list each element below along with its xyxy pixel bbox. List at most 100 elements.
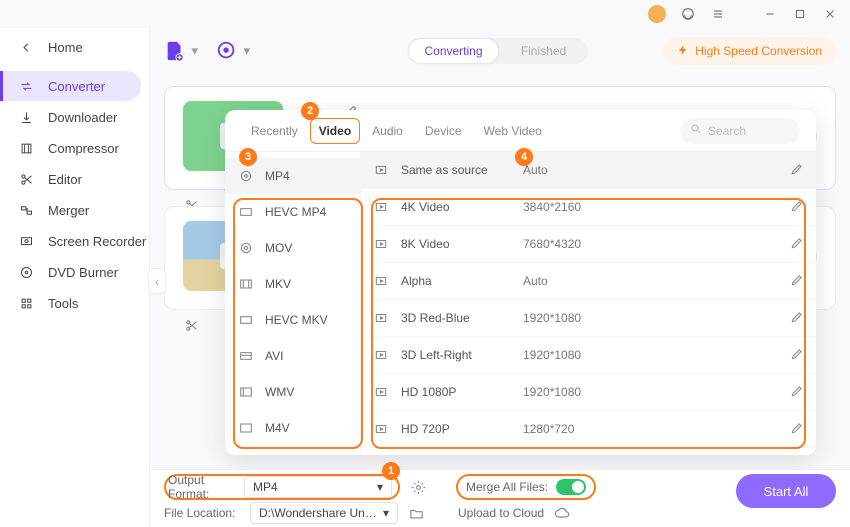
start-all-button[interactable]: Start All <box>736 474 836 508</box>
video-icon <box>373 384 389 400</box>
preset-row[interactable]: 8K Video 7680*4320 <box>361 226 816 263</box>
format-search[interactable]: Search <box>680 118 800 144</box>
file-location-select[interactable]: D:\Wondershare UniConverter 1 ▾ <box>250 502 398 524</box>
status-segment[interactable]: Converting Finished <box>408 38 588 64</box>
sidebar-item-tools[interactable]: Tools <box>0 288 149 318</box>
preset-name: Alpha <box>401 274 511 288</box>
preset-row[interactable]: 4K Video3840*2160 <box>361 189 816 226</box>
seg-finished[interactable]: Finished <box>499 38 588 64</box>
format-item-hevc-mkv[interactable]: HEVC MKV <box>225 302 360 338</box>
sidebar-item-compressor[interactable]: Compressor <box>0 133 149 163</box>
scissors-icon[interactable] <box>184 318 199 336</box>
titlebar <box>0 0 850 28</box>
high-speed-badge[interactable]: High Speed Conversion <box>663 37 836 65</box>
file-location-value: D:\Wondershare UniConverter 1 <box>259 506 379 520</box>
video-icon <box>373 199 389 215</box>
format-item-m4v[interactable]: M4V <box>225 410 360 446</box>
preset-row[interactable]: 3D Red-Blue 1920*1080 <box>361 300 816 337</box>
hevc-icon <box>237 311 255 329</box>
sidebar-back-label: Home <box>48 40 83 55</box>
format-list: MP4 HEVC MP4 MOV MKV HEVC MKV AVI WMV M4… <box>225 152 361 455</box>
preset-name: 8K Video <box>401 237 511 251</box>
preset-name: HD 720P <box>401 422 511 436</box>
sidebar-item-label: Screen Recorder <box>48 234 146 249</box>
preset-name: 3D Red-Blue <box>401 311 511 325</box>
add-file-button[interactable]: ▾ <box>164 39 188 63</box>
preset-resolution: 1920*1080 <box>523 385 613 399</box>
edit-icon[interactable] <box>790 347 804 364</box>
format-item-avi[interactable]: AVI <box>225 338 360 374</box>
preset-row[interactable]: Same as sourceAuto <box>361 152 816 189</box>
edit-icon[interactable] <box>790 421 804 438</box>
preset-row[interactable]: HD 720P1280*720 <box>361 411 816 448</box>
panel-collapse-handle[interactable]: ‹ <box>148 268 166 294</box>
download-icon <box>18 109 34 125</box>
preset-resolution: 7680*4320 <box>523 237 613 251</box>
format-label: MP4 <box>265 169 290 183</box>
edit-icon[interactable] <box>790 384 804 401</box>
gear-icon[interactable] <box>410 479 426 495</box>
target-icon <box>237 167 255 185</box>
tab-audio[interactable]: Audio <box>362 116 413 146</box>
merge-toggle[interactable] <box>556 479 586 495</box>
preset-name: 4K Video <box>401 200 511 214</box>
sidebar-item-screen-recorder[interactable]: Screen Recorder <box>0 226 149 256</box>
format-label: AVI <box>265 349 283 363</box>
sidebar-item-merger[interactable]: Merger <box>0 195 149 225</box>
user-avatar[interactable] <box>648 5 666 23</box>
preset-resolution: 1920*1080 <box>523 311 613 325</box>
add-dvd-button[interactable]: ▾ <box>216 39 240 63</box>
format-label: WMV <box>265 385 294 399</box>
edit-icon[interactable] <box>790 273 804 290</box>
tab-recently[interactable]: Recently <box>241 116 308 146</box>
edit-icon[interactable] <box>790 199 804 216</box>
preset-row[interactable]: Alpha Auto <box>361 263 816 300</box>
video-icon <box>373 236 389 252</box>
folder-icon[interactable] <box>408 505 424 521</box>
seg-converting[interactable]: Converting <box>408 38 499 64</box>
search-placeholder: Search <box>708 124 746 138</box>
preset-row[interactable]: HD 1080P1920*1080 <box>361 374 816 411</box>
annotation-badge: 2 <box>301 102 319 120</box>
support-icon[interactable] <box>680 6 696 22</box>
format-label: HEVC MKV <box>265 313 328 327</box>
file-location-label: File Location: <box>164 506 240 520</box>
start-all-label: Start All <box>764 484 809 499</box>
preset-name: 3D Left-Right <box>401 348 511 362</box>
sidebar-back[interactable]: Home <box>0 32 149 62</box>
edit-icon[interactable] <box>790 236 804 253</box>
preset-row[interactable]: 3D Left-Right 1920*1080 <box>361 337 816 374</box>
edit-icon[interactable] <box>790 162 804 179</box>
format-item-mov[interactable]: MOV <box>225 230 360 266</box>
film-icon <box>237 275 255 293</box>
sidebar-item-downloader[interactable]: Downloader <box>0 102 149 132</box>
tab-web-video[interactable]: Web Video <box>474 116 552 146</box>
menu-icon[interactable] <box>710 6 726 22</box>
minimize-button[interactable] <box>762 6 778 22</box>
sidebar-item-dvd-burner[interactable]: DVD Burner <box>0 257 149 287</box>
topbar: ▾ ▾ Converting Finished High Speed Conve… <box>164 28 836 74</box>
converter-icon <box>18 78 34 94</box>
video-icon <box>373 421 389 437</box>
preset-resolution: Auto <box>523 274 613 288</box>
format-item-hevc-mp4[interactable]: HEVC MP4 <box>225 194 360 230</box>
cloud-icon[interactable] <box>554 505 570 521</box>
search-icon <box>690 123 702 138</box>
edit-icon[interactable] <box>790 310 804 327</box>
output-format-select[interactable]: MP4▾ <box>244 476 392 498</box>
sidebar-item-label: Downloader <box>48 110 117 125</box>
format-item-mkv[interactable]: MKV <box>225 266 360 302</box>
tab-video[interactable]: Video <box>310 118 360 144</box>
recorder-icon <box>18 233 34 249</box>
annotation-badge: 3 <box>239 148 257 166</box>
maximize-button[interactable] <box>792 6 808 22</box>
sidebar-item-converter[interactable]: Converter <box>0 71 141 101</box>
format-item-wmv[interactable]: WMV <box>225 374 360 410</box>
close-button[interactable] <box>822 6 838 22</box>
sidebar-item-editor[interactable]: Editor <box>0 164 149 194</box>
tab-device[interactable]: Device <box>415 116 472 146</box>
chevron-down-icon: ▾ <box>383 506 389 520</box>
film-icon <box>237 347 255 365</box>
preset-resolution: 1920*1080 <box>523 348 613 362</box>
grid-icon <box>18 295 34 311</box>
